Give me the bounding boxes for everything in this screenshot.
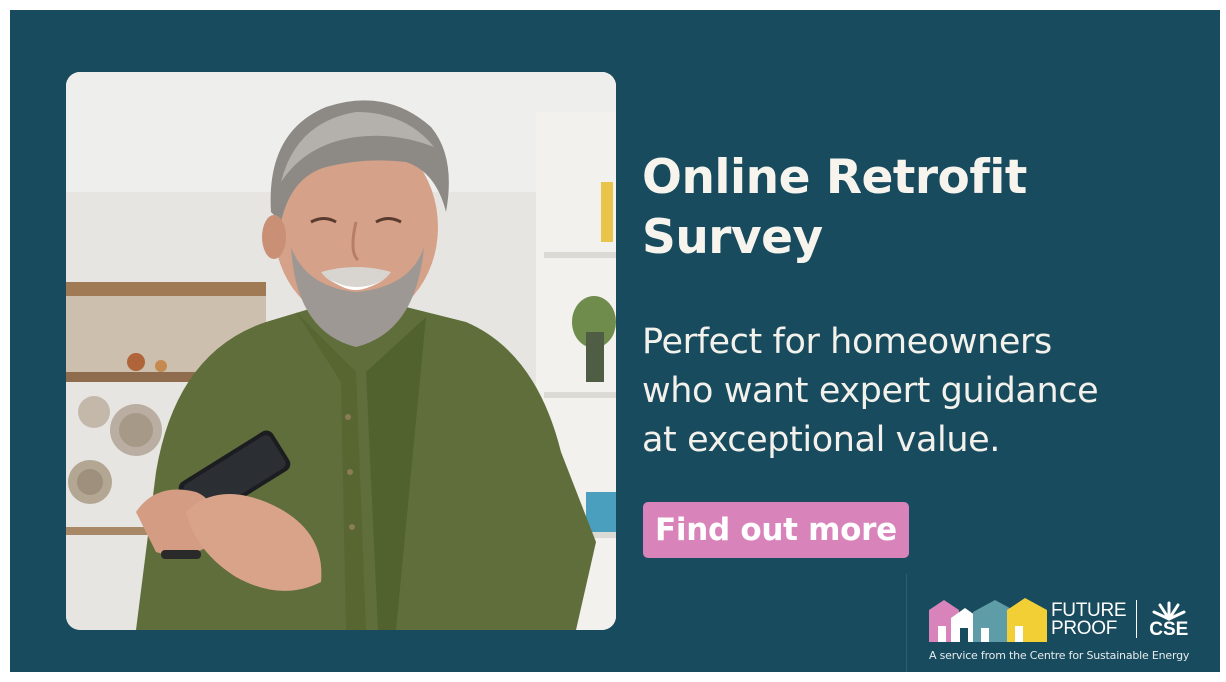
cse-logo: CSE [1149,601,1188,642]
headline-line-1: Online Retrofit [642,150,1027,205]
headline: Online Retrofit Survey [642,148,1202,268]
description-line-1: Perfect for homeowners [642,322,1052,362]
man-using-smartphone-photo [66,72,616,630]
logo-block: FUTURE PROOF CSE A service from the Cent… [906,574,1220,672]
logo-row: FUTURE PROOF CSE [929,584,1188,642]
description-line-3: at exceptional value. [642,420,1000,460]
banner: Online Retrofit Survey Perfect for homeo… [10,10,1220,672]
cse-wordmark: CSE [1149,619,1189,640]
future-proof-line-2: PROOF [1051,618,1118,639]
find-out-more-button[interactable]: Find out more [643,502,909,558]
description-line-2: who want expert guidance [642,371,1099,411]
logo-divider [1136,600,1138,638]
future-proof-houses-logo [929,598,1047,642]
sunburst-icon [1152,601,1186,621]
future-proof-wordmark: FUTURE PROOF [1051,601,1127,642]
headline-line-2: Survey [642,210,823,265]
description: Perfect for homeowners who want expert g… [642,318,1202,465]
logo-tagline: A service from the Centre for Sustainabl… [929,649,1190,662]
